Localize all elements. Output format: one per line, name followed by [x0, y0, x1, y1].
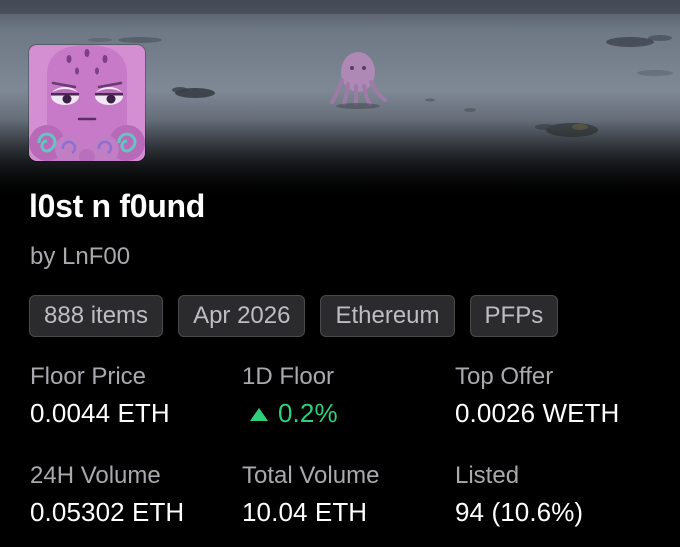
- tag-item-count[interactable]: 888 items: [29, 295, 164, 337]
- stat-total-volume-label: Total Volume: [242, 462, 380, 489]
- stat-floor-price-label: Floor Price: [30, 363, 147, 390]
- collection-avatar: [29, 45, 145, 161]
- stat-top-offer: Top Offer 0.0026 WETH: [455, 363, 619, 428]
- tag-created-date[interactable]: Apr 2026: [178, 295, 306, 337]
- stat-24h-volume-value: 0.05302 ETH: [30, 497, 185, 527]
- collection-title: l0st n f0und: [29, 188, 205, 224]
- tag-chain[interactable]: Ethereum: [320, 295, 455, 337]
- stat-1d-floor-value-row: 0.2%: [242, 398, 338, 428]
- up-arrow-icon: [250, 407, 268, 421]
- stat-top-offer-label: Top Offer: [455, 363, 554, 390]
- octopus-avatar-image: [29, 45, 145, 161]
- stat-total-volume: Total Volume 10.04 ETH: [242, 462, 379, 527]
- stat-listed-value: 94 (10.6%): [455, 497, 584, 527]
- stat-top-offer-value: 0.0026 WETH: [455, 398, 620, 428]
- stat-floor-price: Floor Price 0.0044 ETH: [30, 363, 170, 428]
- stat-24h-volume-label: 24H Volume: [30, 462, 161, 489]
- stat-listed: Listed 94 (10.6%): [455, 462, 583, 527]
- stat-1d-floor-value: 0.2%: [278, 398, 338, 428]
- stat-24h-volume: 24H Volume 0.05302 ETH: [30, 462, 184, 527]
- stat-total-volume-value: 10.04 ETH: [242, 497, 368, 527]
- collection-tags: 888 items Apr 2026 Ethereum PFPs: [29, 295, 559, 337]
- stat-1d-floor-label: 1D Floor: [242, 363, 335, 390]
- tag-category[interactable]: PFPs: [469, 295, 559, 337]
- stat-listed-label: Listed: [455, 462, 520, 489]
- stat-1d-floor: 1D Floor 0.2%: [242, 363, 338, 428]
- collection-creator[interactable]: by LnF00: [30, 243, 130, 271]
- stat-floor-price-value: 0.0044 ETH: [30, 398, 170, 428]
